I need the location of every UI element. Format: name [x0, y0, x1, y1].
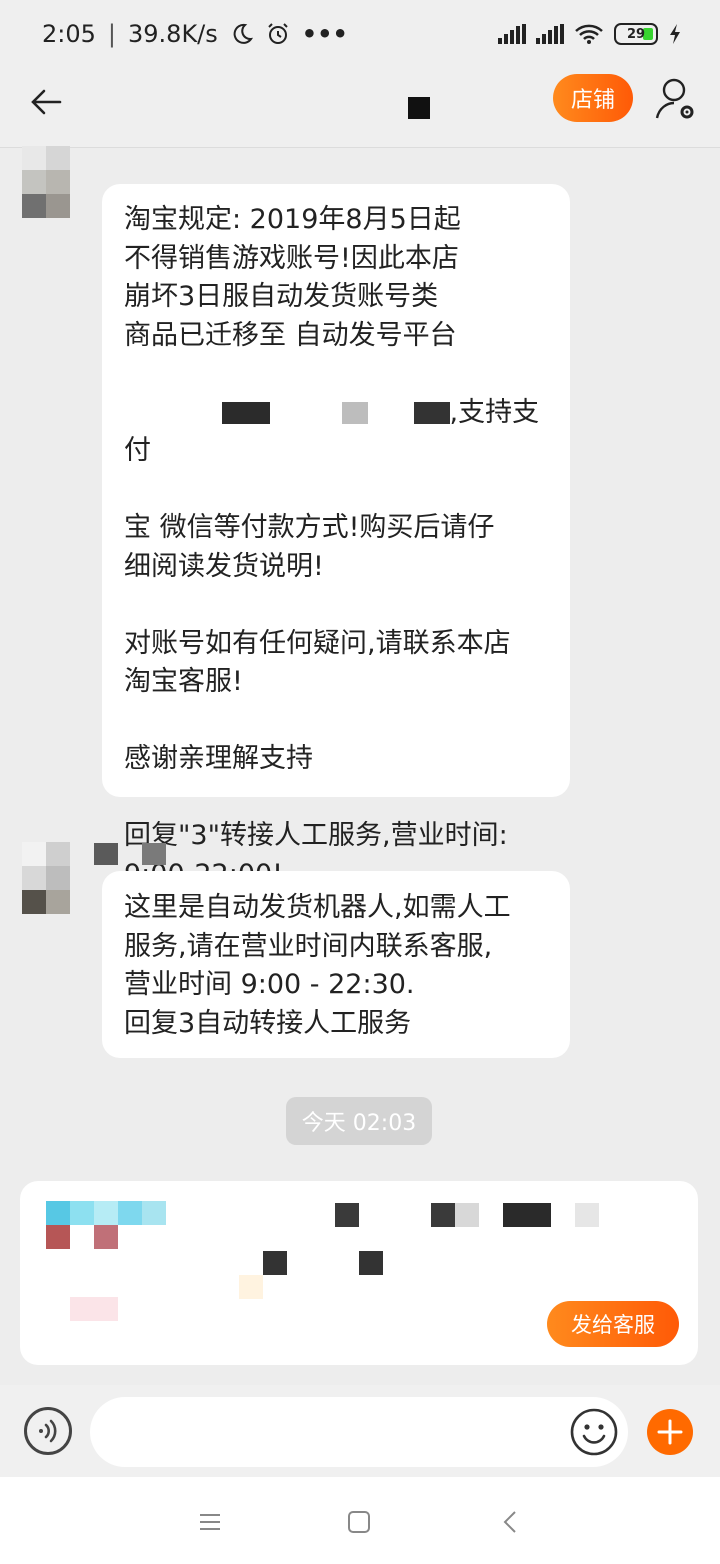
signal-icon: [498, 24, 526, 44]
sender-name-redacted: [142, 843, 166, 865]
user-settings-icon[interactable]: [654, 76, 698, 124]
shop-button[interactable]: 店铺: [553, 74, 633, 122]
product-image-redacted: [46, 1201, 196, 1371]
charging-icon: [670, 24, 680, 44]
input-bar: [0, 1385, 720, 1477]
message-line: 营业时间 9:00 - 22:30.: [124, 969, 415, 1000]
send-to-service-button[interactable]: 发给客服: [547, 1301, 679, 1347]
emoji-icon[interactable]: [569, 1407, 619, 1457]
product-title-redacted: [263, 1251, 287, 1275]
home-icon[interactable]: [346, 1509, 372, 1535]
product-title-redacted: [359, 1251, 383, 1275]
back-arrow-icon[interactable]: [26, 82, 66, 122]
status-separator: |: [107, 20, 116, 48]
more-dots-icon: •••: [301, 20, 348, 48]
avatar: [22, 842, 70, 914]
message-line: 细阅读发货说明!: [124, 550, 324, 582]
message-line: 商品已迁移至 自动发号平台: [124, 319, 457, 351]
message-line: 服务,请在营业时间内联系客服,: [124, 930, 493, 962]
message-line: 这里是自动发货机器人,如需人工: [124, 892, 511, 923]
avatar: [22, 146, 70, 218]
battery-icon: 29: [614, 23, 658, 45]
status-bar: 2:05 | 39.8K/s ••• 29: [0, 0, 720, 68]
chat-header: 店铺: [0, 68, 720, 148]
message-input[interactable]: [90, 1397, 628, 1467]
product-title-redacted: [335, 1203, 359, 1227]
plus-icon[interactable]: [647, 1409, 693, 1455]
product-title-redacted: [575, 1203, 599, 1227]
product-price-redacted: [239, 1275, 263, 1299]
message-line: 感谢亲理解支持: [124, 743, 313, 774]
message-line-redacted: ,支持支付: [124, 396, 540, 467]
back-icon[interactable]: [498, 1509, 524, 1535]
menu-icon[interactable]: [197, 1509, 223, 1535]
alarm-icon: [268, 23, 288, 44]
message-line: 淘宝规定: 2019年8月5日起: [124, 204, 461, 235]
voice-icon[interactable]: [24, 1407, 72, 1455]
system-nav-bar: [0, 1477, 720, 1564]
moon-icon: [233, 23, 253, 44]
message-line: 回复3自动转接人工服务: [124, 1007, 412, 1039]
message-line: 宝 微信等付款方式!购买后请仔: [124, 512, 495, 543]
message-line: 不得销售游戏账号!因此本店: [124, 242, 459, 274]
sender-name-redacted: [94, 843, 118, 865]
signal-hd-icon: [536, 24, 564, 44]
status-time: 2:05: [42, 20, 96, 48]
product-title-redacted: [503, 1203, 551, 1227]
message-line: 对账号如有任何疑问,请联系本店: [124, 627, 511, 659]
time-divider: 今天 02:03: [286, 1097, 432, 1145]
wifi-icon: [575, 24, 603, 44]
network-speed: 39.8K/s: [128, 20, 218, 48]
shop-title-redacted: [408, 97, 430, 119]
message-bubble: 这里是自动发货机器人,如需人工 服务,请在营业时间内联系客服, 营业时间 9:0…: [102, 871, 570, 1058]
message-bubble: 淘宝规定: 2019年8月5日起 不得销售游戏账号!因此本店 崩坏3日服自动发货…: [102, 184, 570, 890]
product-title-redacted: [455, 1203, 479, 1227]
product-title-redacted: [431, 1203, 455, 1227]
message-line: 回复"3"转接人工服务,营业时间:: [124, 820, 508, 851]
message-line: 淘宝客服!: [124, 666, 243, 697]
message-line: 崩坏3日服自动发货账号类: [124, 281, 439, 312]
